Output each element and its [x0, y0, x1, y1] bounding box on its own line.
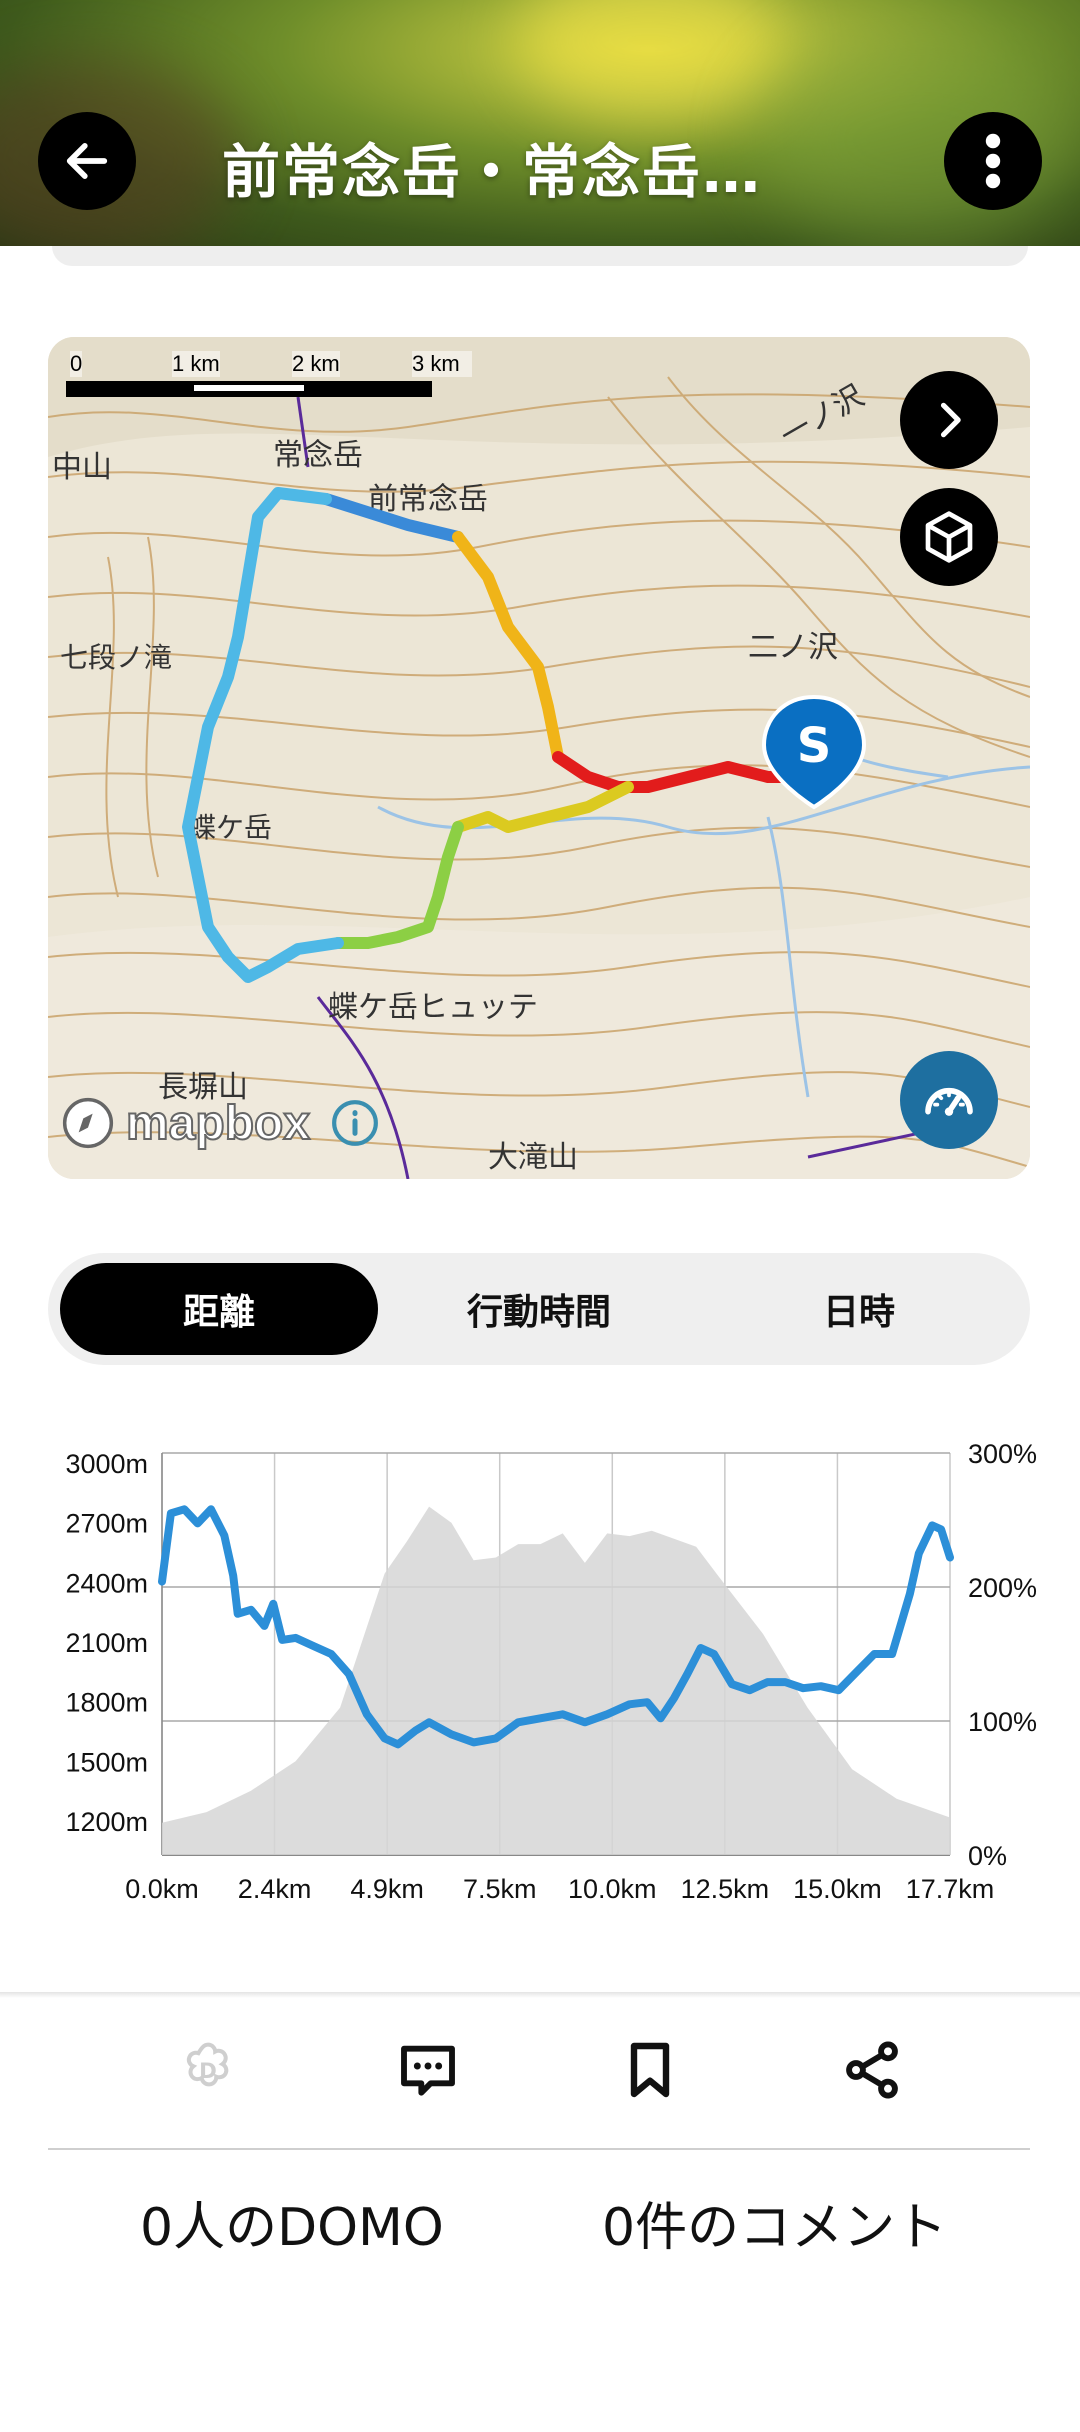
x-tick-label: 12.5km	[681, 1874, 770, 1904]
map-scale-bar: 0 1 km 2 km 3 km	[66, 351, 472, 411]
mapbox-logo-icon	[62, 1097, 114, 1149]
domo-flower-icon: D	[186, 2042, 229, 2087]
map-label-nakayama: 中山	[52, 450, 112, 485]
svg-text:S: S	[797, 718, 832, 774]
domo-button[interactable]: D	[168, 2030, 248, 2110]
comment-count[interactable]: 0件のコメント	[602, 2185, 947, 2260]
y-left-tick-label: 2700m	[65, 1509, 148, 1539]
section-divider	[0, 1992, 1080, 1998]
map-label-otaki: 大滝山	[488, 1140, 578, 1175]
cube-icon	[925, 511, 973, 563]
y-right-tick-label: 200%	[968, 1573, 1037, 1603]
x-tick-label: 0.0km	[125, 1874, 199, 1904]
map-label-ninosawa: 二ノ沢	[748, 630, 838, 665]
y-left-tick-label: 2400m	[65, 1568, 148, 1598]
y-left-tick-label: 1500m	[65, 1747, 148, 1777]
more-options-button[interactable]	[944, 112, 1042, 210]
speed-button[interactable]	[900, 1051, 998, 1149]
mapbox-attribution: mapbox	[60, 1095, 380, 1151]
x-tick-label: 7.5km	[463, 1874, 537, 1904]
tab-moving-time[interactable]: 行動時間	[380, 1263, 698, 1355]
cover-photo	[0, 0, 1080, 246]
action-bar: D	[0, 2030, 1080, 2120]
stats-divider	[48, 2148, 1030, 2150]
y-left-tick-label: 1800m	[65, 1688, 148, 1718]
x-tick-label: 10.0km	[568, 1874, 657, 1904]
arrow-left-icon	[66, 143, 108, 179]
share-button[interactable]	[832, 2030, 912, 2110]
comment-button[interactable]	[388, 2030, 468, 2110]
share-icon	[846, 2041, 898, 2099]
domo-count[interactable]: 0人のDOMO	[140, 2185, 444, 2260]
back-button[interactable]	[38, 112, 136, 210]
page-title: 前常念岳・常念岳…	[222, 138, 763, 206]
tab-datetime[interactable]: 日時	[700, 1263, 1018, 1355]
info-icon[interactable]	[330, 1098, 380, 1148]
x-tick-label: 4.9km	[350, 1874, 424, 1904]
map-label-jonendake: 常念岳	[273, 438, 363, 473]
tab-distance[interactable]: 距離	[60, 1263, 378, 1355]
speedometer-icon	[925, 1087, 973, 1116]
x-tick-label: 15.0km	[793, 1874, 882, 1904]
map-label-chogatake: 蝶ケ岳	[188, 811, 272, 844]
y-right-tick-label: 300%	[968, 1440, 1037, 1469]
y-left-tick-label: 1200m	[65, 1807, 148, 1837]
chevron-right-icon	[940, 402, 961, 438]
next-button[interactable]	[900, 371, 998, 469]
bookmark-button[interactable]	[610, 2030, 690, 2110]
view-3d-button[interactable]	[900, 488, 998, 586]
svg-text:D: D	[199, 2059, 217, 2084]
route-map[interactable]: 常念岳 前常念岳 一ノ沢 中山 七段ノ滝 蝶ケ岳 蝶ケ岳ヒュッテ 長塀山 大滝山…	[48, 337, 1030, 1179]
chart-mode-tabs: 距離 行動時間 日時	[48, 1253, 1030, 1365]
comment-icon	[401, 2045, 455, 2096]
y-right-tick-label: 0%	[968, 1841, 1007, 1871]
more-vertical-icon	[985, 133, 1001, 189]
y-left-tick-label: 3000m	[65, 1449, 148, 1479]
slope-area	[162, 1506, 950, 1855]
bookmark-icon	[630, 2042, 670, 2098]
elevation-chart[interactable]: 0.0km 2.4km 4.9km 7.5km 10.0km 12.5km 15.0km 17…	[0, 1440, 1080, 1920]
map-label-nanadan: 七段ノ滝	[60, 641, 172, 674]
x-tick-label: 17.7km	[906, 1874, 995, 1904]
map-label-hutte: 蝶ケ岳ヒュッテ	[328, 990, 538, 1025]
card-edge	[52, 246, 1028, 266]
y-right-tick-label: 100%	[968, 1707, 1037, 1737]
y-left-tick-label: 2100m	[65, 1628, 148, 1658]
x-tick-label: 2.4km	[238, 1874, 312, 1904]
